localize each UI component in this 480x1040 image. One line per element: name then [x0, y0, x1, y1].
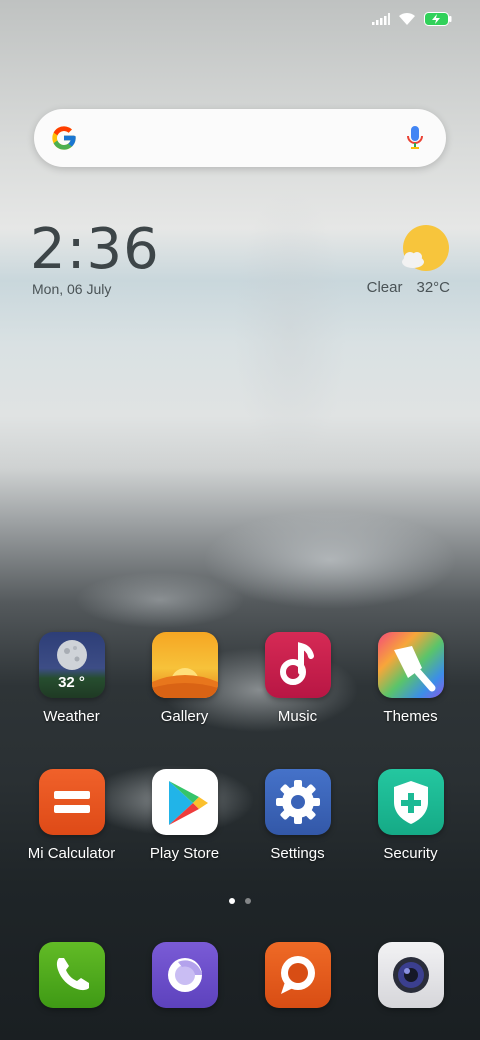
google-logo-icon — [50, 124, 78, 157]
weather-summary[interactable]: Clear 32°C — [367, 279, 450, 296]
phone-icon — [38, 942, 105, 1008]
wifi-icon — [398, 12, 416, 31]
dock-browser[interactable] — [128, 942, 241, 1008]
dock-phone[interactable] — [15, 942, 128, 1008]
app-play-store[interactable]: Play Store — [128, 769, 241, 862]
clock-time[interactable]: 2:36 — [30, 222, 160, 278]
page-indicator — [0, 898, 480, 904]
app-security[interactable]: Security — [354, 769, 467, 862]
app-label: Weather — [43, 708, 100, 725]
app-label: Gallery — [160, 708, 209, 725]
app-gallery[interactable]: Gallery — [128, 632, 241, 725]
security-icon — [377, 769, 444, 835]
browser-icon — [151, 942, 218, 1008]
app-label: Security — [383, 845, 438, 862]
app-mi-calculator[interactable]: Mi Calculator — [15, 769, 128, 862]
messaging-icon — [264, 942, 331, 1008]
settings-icon — [264, 769, 331, 835]
camera-icon — [377, 942, 444, 1008]
page-dot-active[interactable] — [229, 898, 235, 904]
signal-icon — [372, 12, 390, 30]
app-label: Music — [277, 708, 318, 725]
app-settings[interactable]: Settings — [241, 769, 354, 862]
app-label: Play Store — [149, 845, 220, 862]
weather-icon: 32 ° — [38, 632, 105, 698]
status-bar — [372, 10, 452, 32]
weather-app-temp: 32 ° — [58, 674, 85, 691]
dock — [0, 942, 480, 1008]
app-row-2: Mi Calculator Play Store Settings Securi… — [0, 769, 480, 862]
battery-charging-icon — [424, 11, 452, 31]
app-label: Themes — [383, 708, 438, 725]
app-label: Settings — [270, 845, 325, 862]
gallery-icon — [151, 632, 218, 698]
dock-messaging[interactable] — [241, 942, 354, 1008]
app-weather[interactable]: 32 ° Weather — [15, 632, 128, 725]
app-row-1: 32 ° Weather Gallery Music Themes — [0, 632, 480, 725]
clock-date[interactable]: Mon, 06 July — [32, 281, 111, 297]
sun-cloud-icon[interactable] — [398, 224, 452, 279]
page-dot[interactable] — [245, 898, 251, 904]
app-themes[interactable]: Themes — [354, 632, 467, 725]
weather-temperature: 32°C — [416, 279, 450, 296]
play-store-icon — [151, 769, 218, 835]
app-music[interactable]: Music — [241, 632, 354, 725]
mic-icon[interactable] — [406, 125, 424, 156]
google-search-bar[interactable] — [34, 109, 446, 167]
music-icon — [264, 632, 331, 698]
weather-condition: Clear — [366, 279, 403, 296]
themes-icon — [377, 632, 444, 698]
calculator-icon — [38, 769, 105, 835]
app-label: Mi Calculator — [27, 845, 116, 862]
dock-camera[interactable] — [354, 942, 467, 1008]
